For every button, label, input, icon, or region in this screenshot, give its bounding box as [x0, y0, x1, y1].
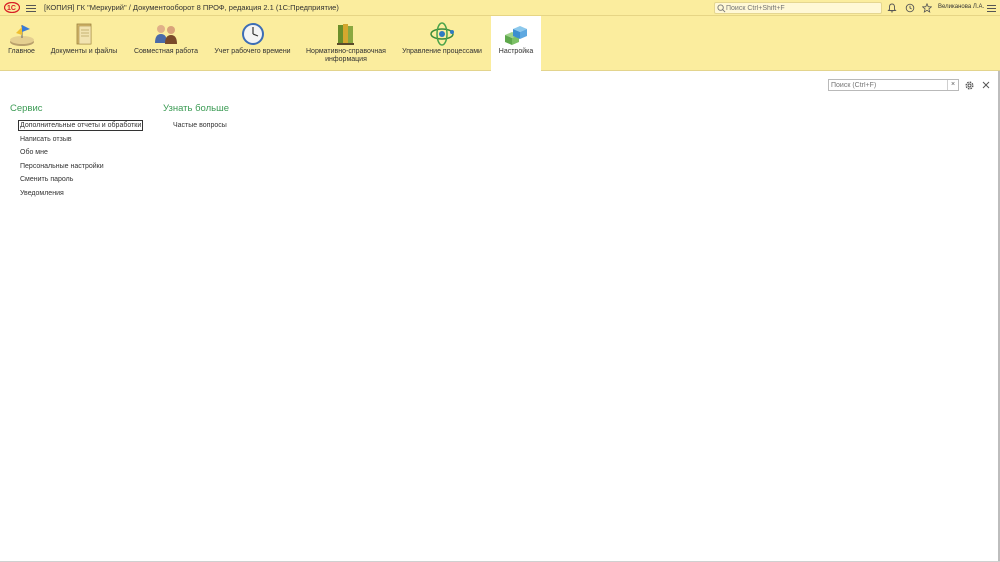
more-menu-icon[interactable] [987, 3, 996, 13]
search-icon [717, 4, 726, 13]
section-process-management[interactable]: Управление процессами [398, 16, 486, 71]
close-icon[interactable] [981, 80, 991, 90]
sections-panel: Главное Документы и файлы Совместная раб… [0, 16, 1000, 71]
logo-1c-icon: 1С [4, 2, 20, 13]
bell-icon[interactable] [887, 3, 897, 13]
global-search-input[interactable] [726, 3, 876, 13]
link-additional-reports[interactable]: Дополнительные отчеты и обработки [17, 120, 144, 131]
section-label: Нормативно-справочная информация [306, 48, 386, 63]
section-settings[interactable]: Настройка [491, 16, 541, 71]
svg-text:1С: 1С [7, 5, 16, 12]
global-search-field[interactable] [714, 2, 882, 14]
section-label: Совместная работа [133, 48, 199, 55]
process-icon [430, 22, 454, 46]
favorites-star-icon[interactable] [922, 3, 932, 13]
section-label: Главное [8, 48, 35, 55]
section-label: Документы и файлы [50, 48, 118, 55]
section-documents[interactable]: Документы и файлы [47, 16, 121, 71]
main-menu-icon[interactable] [26, 3, 36, 13]
group-title-learn-more: Узнать больше [163, 103, 230, 114]
section-collaboration[interactable]: Совместная работа [131, 16, 201, 71]
link-about-me[interactable]: Обо мне [20, 148, 48, 157]
history-icon[interactable] [905, 3, 915, 13]
clock-icon [241, 23, 264, 45]
documents-icon [76, 23, 92, 45]
window-title: [КОПИЯ] ГК "Меркурий" / Документооборот … [44, 3, 339, 12]
gear-icon[interactable] [964, 80, 975, 91]
section-label: Учет рабочего времени [214, 48, 291, 55]
settings-form: × Сервис Дополнительные отчеты и обработ… [0, 71, 1000, 561]
group-title-service: Сервис [10, 103, 43, 114]
title-bar: 1С [КОПИЯ] ГК "Меркурий" / Документообор… [0, 0, 1000, 16]
section-label: Управление процессами [402, 48, 482, 55]
link-faq[interactable]: Частые вопросы [173, 121, 227, 130]
reference-books-icon [337, 24, 354, 45]
section-main[interactable]: Главное [0, 16, 43, 71]
link-change-password[interactable]: Сменить пароль [20, 175, 73, 184]
section-label: Настройка [498, 48, 534, 55]
clear-search-button[interactable]: × [947, 80, 958, 90]
user-name[interactable]: Великанова Л.А. [938, 4, 984, 10]
link-write-feedback[interactable]: Написать отзыв [20, 135, 72, 144]
link-notifications[interactable]: Уведомления [20, 189, 64, 198]
collaboration-icon [155, 25, 177, 44]
link-personal-settings[interactable]: Персональные настройки [20, 162, 104, 171]
section-time-tracking[interactable]: Учет рабочего времени [211, 16, 294, 71]
form-search-field[interactable]: × [828, 79, 959, 91]
form-search-input[interactable] [831, 80, 946, 90]
settings-cubes-icon [505, 26, 527, 45]
home-icon [9, 25, 34, 46]
section-reference-info[interactable]: Нормативно-справочная информация [302, 16, 390, 71]
